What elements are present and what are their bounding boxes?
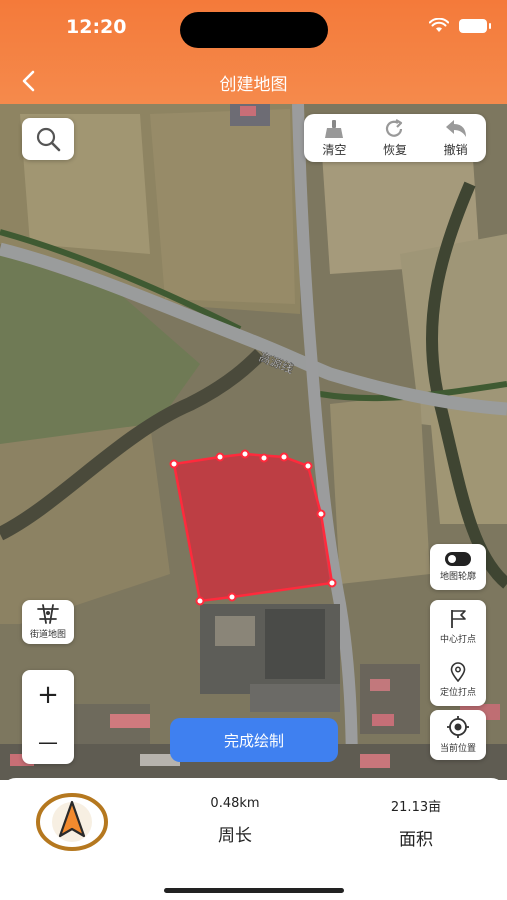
polygon-vertex[interactable]: [240, 449, 250, 459]
polygon-vertex[interactable]: [303, 461, 313, 471]
locate-pin-label: 定位打点: [439, 687, 476, 698]
battery-icon: [459, 18, 491, 33]
polygon-vertex[interactable]: [215, 452, 225, 462]
street-map-label: 街道地图: [29, 630, 66, 640]
finish-drawing-button[interactable]: 完成绘制: [170, 718, 338, 762]
clear-label: 清空: [322, 142, 347, 157]
map-outline-toggle[interactable]: 地图轮廓: [430, 544, 486, 590]
home-indicator: [164, 888, 344, 893]
polygon-vertex[interactable]: [327, 578, 337, 588]
undo-label: 撤销: [443, 142, 468, 157]
polygon-vertex[interactable]: [227, 592, 237, 602]
center-pin-button[interactable]: 中心打点: [430, 609, 486, 645]
area-label: 面积: [399, 830, 433, 850]
wifi-icon: [429, 18, 449, 32]
outline-label: 地图轮廓: [439, 572, 476, 582]
status-icons: [429, 18, 491, 33]
center-pin-label: 中心打点: [439, 634, 476, 645]
locate-target-icon: [447, 716, 469, 738]
toggle-switch-icon: [445, 552, 471, 566]
search-icon: [36, 127, 61, 152]
pin-controls: 中心打点 定位打点: [430, 600, 486, 706]
undo-icon: [445, 119, 466, 137]
redo-icon: [385, 118, 403, 137]
zoom-controls: + —: [22, 670, 74, 764]
polygon-vertex[interactable]: [169, 459, 179, 469]
edit-toolbar: 清空 恢复 撤销: [304, 114, 486, 162]
area-stat: 21.13亩 面积: [356, 796, 476, 850]
polygon-vertex[interactable]: [316, 509, 326, 519]
stats-panel: 0.48km 周长 21.13亩 面积: [0, 778, 507, 900]
compass-icon: [36, 793, 108, 851]
area-value: 21.13亩: [390, 800, 442, 815]
clear-button[interactable]: 清空: [306, 119, 362, 158]
compass-logo: [34, 788, 110, 852]
perimeter-value: 0.48km: [210, 796, 260, 811]
current-location-label: 当前位置: [439, 744, 476, 754]
satellite-map[interactable]: 高源线 清空 恢复 撤销 地图轮廓 街道地图 中心打点 定位打点 当前位置 + …: [0, 104, 507, 780]
polygon-vertex[interactable]: [279, 452, 289, 462]
camera-notch: [180, 12, 328, 48]
locate-pin-button[interactable]: 定位打点: [430, 661, 486, 698]
zoom-out-button[interactable]: —: [38, 732, 58, 752]
map-pin-icon: [450, 661, 466, 682]
restore-button[interactable]: 恢复: [367, 118, 423, 158]
street-map-button[interactable]: 街道地图: [22, 600, 74, 644]
perimeter-label: 周长: [218, 826, 252, 846]
search-button[interactable]: [22, 118, 74, 160]
drawn-field-polygon[interactable]: [172, 452, 334, 603]
broom-icon: [325, 119, 344, 138]
undo-button[interactable]: 撤销: [428, 119, 484, 158]
street-map-icon: [37, 604, 59, 624]
restore-label: 恢复: [382, 142, 407, 157]
header-bar: 12:20 创建地图: [0, 0, 507, 104]
polygon-vertex[interactable]: [259, 453, 269, 463]
perimeter-stat: 0.48km 周长: [175, 796, 295, 846]
polygon-vertex[interactable]: [195, 596, 205, 606]
zoom-in-button[interactable]: +: [37, 682, 59, 708]
current-location-button[interactable]: 当前位置: [430, 710, 486, 760]
flag-icon: [451, 609, 466, 628]
page-title: 创建地图: [219, 75, 288, 95]
status-time: 12:20: [66, 16, 127, 38]
